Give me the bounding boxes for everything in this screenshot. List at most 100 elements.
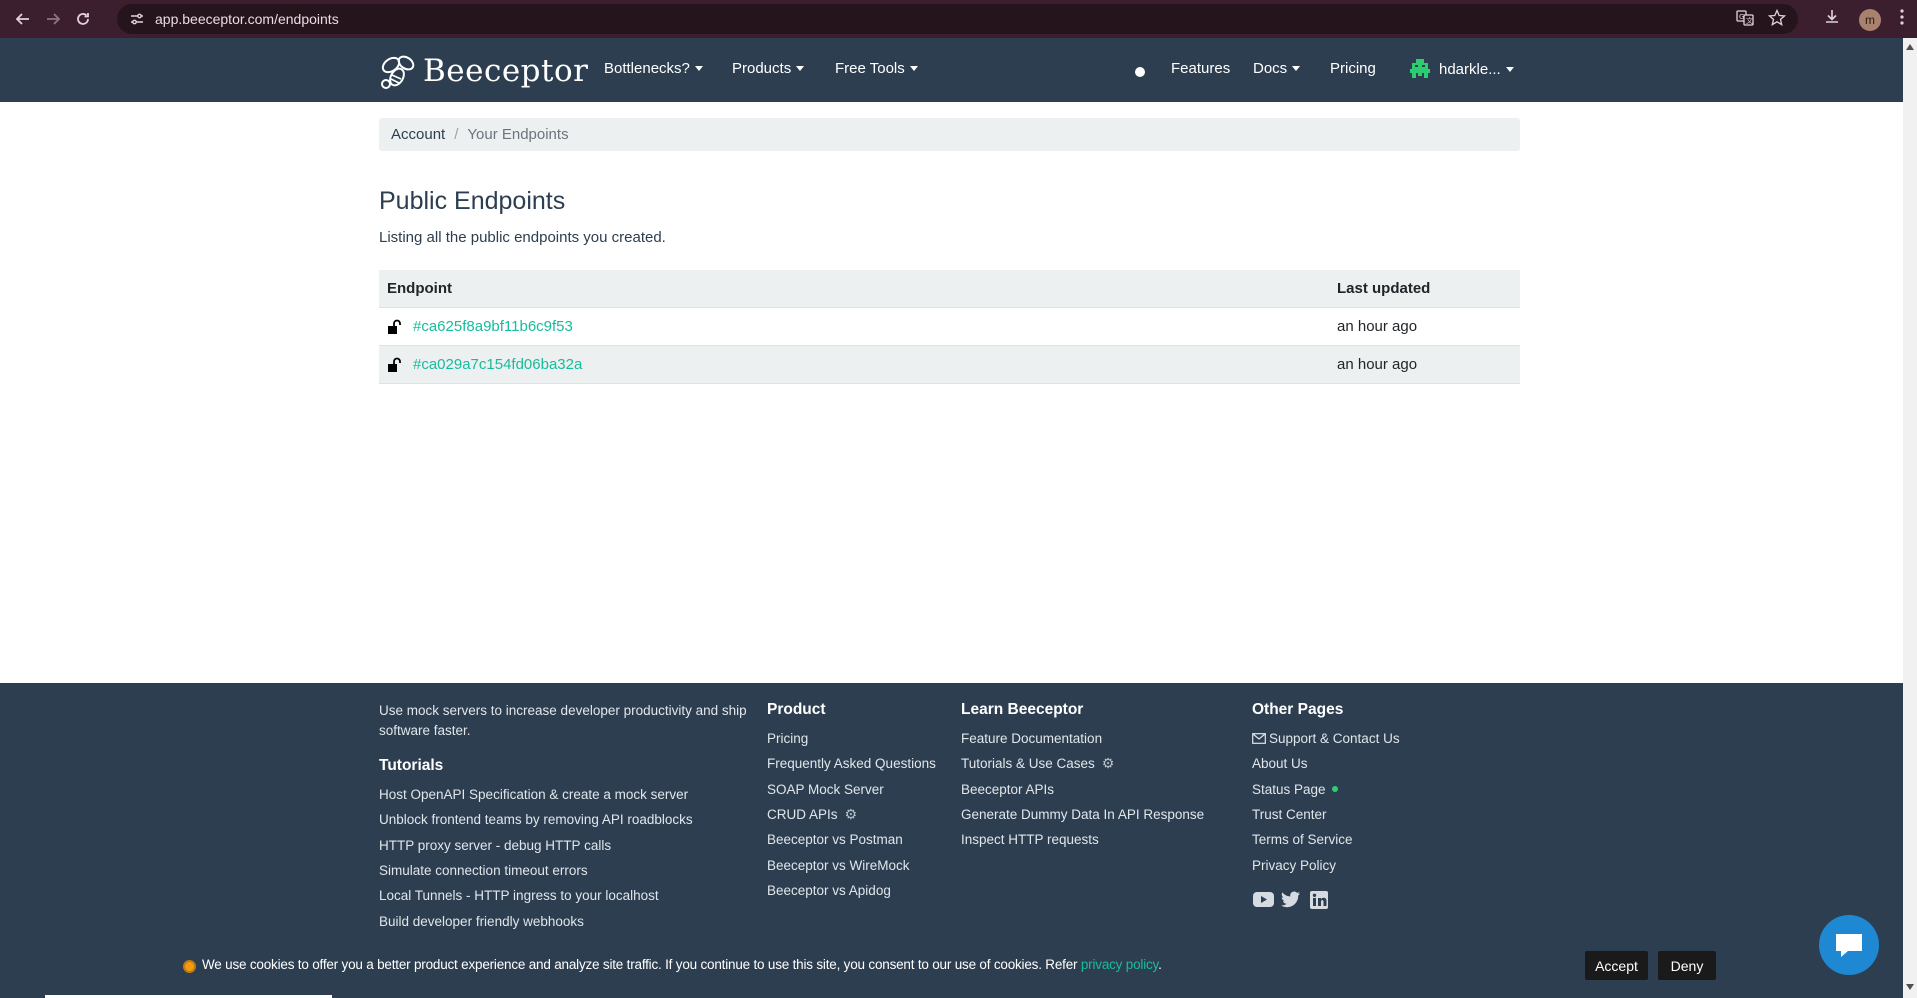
breadcrumb-current: Your Endpoints — [467, 126, 569, 143]
nav-pricing-label: Pricing — [1330, 60, 1376, 77]
url-text: app.beeceptor.com/endpoints — [155, 11, 339, 27]
translate-icon[interactable]: G文 — [1736, 9, 1754, 32]
profile-avatar[interactable]: m — [1859, 8, 1881, 31]
bookmark-star-icon[interactable] — [1767, 8, 1787, 32]
nav-free-tools-dropdown[interactable]: Free Tools — [835, 60, 918, 77]
endpoint-cell: #ca029a7c154fd06ba32a — [387, 356, 582, 373]
twitter-icon[interactable] — [1280, 890, 1302, 910]
footer-link[interactable]: Simulate connection timeout errors — [379, 858, 754, 883]
nav-docs-dropdown[interactable]: Docs — [1253, 60, 1301, 77]
footer-link[interactable]: About Us — [1252, 751, 1400, 776]
page-title: Public Endpoints — [379, 187, 566, 215]
endpoint-cell: #ca625f8a9bf11b6c9f53 — [387, 318, 573, 335]
chat-icon — [1836, 934, 1862, 957]
footer-col-learn: Learn Beeceptor Feature Documentation Tu… — [961, 701, 1204, 852]
nav-features[interactable]: Features — [1171, 60, 1230, 77]
user-menu-dropdown[interactable]: hdarkle... — [1409, 58, 1514, 80]
deny-cookies-button[interactable]: Deny — [1658, 951, 1716, 980]
breadcrumb-separator: / — [454, 126, 459, 143]
nav-products-dropdown[interactable]: Products — [732, 60, 805, 77]
svg-text:G: G — [1739, 13, 1744, 21]
chat-widget-button[interactable] — [1819, 915, 1879, 975]
user-avatar-icon — [1410, 59, 1430, 78]
footer-tagline: Use mock servers to increase developer p… — [379, 703, 747, 738]
status-online-icon — [1331, 786, 1338, 793]
browser-toolbar: app.beeceptor.com/endpoints G文 m — [0, 0, 1917, 38]
brand-name: Beeceptor — [423, 53, 589, 89]
footer-link[interactable]: HTTP proxy server - debug HTTP calls — [379, 833, 754, 858]
gear-icon: ⚙ — [844, 806, 858, 823]
page-subtitle: Listing all the public endpoints you cre… — [379, 229, 666, 246]
scroll-up-icon[interactable] — [1906, 44, 1914, 50]
footer-link[interactable]: Pricing — [767, 726, 936, 751]
brand-logo[interactable]: Beeceptor — [379, 53, 588, 89]
column-header-endpoint: Endpoint — [387, 280, 452, 297]
cookie-icon — [183, 960, 196, 973]
footer-link[interactable]: Trust Center — [1252, 802, 1400, 827]
footer-link-label: Tutorials & Use Cases — [961, 756, 1095, 772]
caret-down-icon — [909, 66, 918, 71]
page-scrollbar[interactable] — [1903, 38, 1917, 998]
site-navbar: Beeceptor Bottlenecks? Products Free Too… — [0, 38, 1903, 102]
caret-down-icon — [796, 66, 805, 71]
accept-cookies-button[interactable]: Accept — [1585, 951, 1648, 980]
footer-tutorials-heading: Tutorials — [379, 757, 444, 774]
cookie-message: We use cookies to offer you a better pro… — [202, 957, 1162, 972]
table-row: #ca625f8a9bf11b6c9f53 an hour ago — [379, 308, 1520, 346]
unlock-icon — [388, 319, 401, 334]
column-header-last-updated: Last updated — [1337, 280, 1431, 297]
last-updated-cell: an hour ago — [1337, 356, 1418, 373]
endpoint-link[interactable]: #ca625f8a9bf11b6c9f53 — [413, 318, 573, 335]
footer-link[interactable]: Host OpenAPI Specification & create a mo… — [379, 782, 754, 807]
back-icon[interactable] — [12, 8, 34, 30]
social-links — [1252, 890, 1400, 910]
gear-icon: ⚙ — [1101, 755, 1115, 772]
nav-pricing[interactable]: Pricing — [1330, 60, 1376, 77]
footer-link[interactable]: Terms of Service — [1252, 827, 1400, 852]
forward-icon[interactable] — [42, 8, 64, 30]
download-icon[interactable] — [1823, 8, 1841, 31]
footer-col-other: Other Pages Support & Contact Us About U… — [1252, 701, 1400, 910]
browser-menu-icon[interactable] — [1899, 8, 1905, 31]
unlock-icon — [388, 357, 401, 372]
address-bar[interactable]: app.beeceptor.com/endpoints G文 — [117, 4, 1798, 34]
footer-link[interactable]: Beeceptor vs Apidog — [767, 878, 936, 903]
cookie-consent-bar: We use cookies to offer you a better pro… — [0, 948, 1903, 984]
footer-link[interactable]: Inspect HTTP requests — [961, 827, 1204, 852]
footer-link[interactable]: Build developer friendly webhooks — [379, 908, 754, 933]
caret-down-icon — [1292, 66, 1301, 71]
envelope-icon — [1252, 733, 1266, 745]
footer-link[interactable]: Beeceptor vs Postman — [767, 827, 936, 852]
nav-docs-label: Docs — [1253, 60, 1288, 77]
caret-down-icon — [1505, 66, 1514, 72]
footer-link-support[interactable]: Support & Contact Us — [1252, 726, 1400, 751]
footer-link-label: Support & Contact Us — [1269, 731, 1400, 747]
reload-icon[interactable] — [72, 8, 94, 30]
footer-link[interactable]: Beeceptor vs WireMock — [767, 852, 936, 877]
nav-bottlenecks-dropdown[interactable]: Bottlenecks? — [604, 60, 703, 77]
footer-link[interactable]: Local Tunnels - HTTP ingress to your loc… — [379, 883, 754, 908]
cookie-message-end: . — [1158, 957, 1162, 972]
footer-link[interactable]: Frequently Asked Questions — [767, 751, 936, 776]
footer-link-crud[interactable]: CRUD APIs ⚙ — [767, 802, 936, 827]
footer-link[interactable]: Privacy Policy — [1252, 852, 1400, 877]
table-row: #ca029a7c154fd06ba32a an hour ago — [379, 346, 1520, 384]
endpoint-link[interactable]: #ca029a7c154fd06ba32a — [413, 356, 582, 373]
scroll-down-icon[interactable] — [1906, 984, 1914, 990]
youtube-icon[interactable] — [1252, 890, 1274, 910]
footer-link-label: CRUD APIs — [767, 807, 838, 823]
site-settings-icon[interactable] — [127, 9, 147, 29]
linkedin-icon[interactable] — [1308, 890, 1330, 910]
footer-link[interactable]: Unblock frontend teams by removing API r… — [379, 807, 754, 832]
footer-link[interactable]: Generate Dummy Data In API Response — [961, 802, 1204, 827]
footer-link-status[interactable]: Status Page — [1252, 777, 1400, 802]
privacy-policy-link[interactable]: privacy policy — [1081, 957, 1158, 972]
footer-link[interactable]: Beeceptor APIs — [961, 777, 1204, 802]
footer-other-heading: Other Pages — [1252, 701, 1344, 718]
footer-link[interactable]: SOAP Mock Server — [767, 777, 936, 802]
nav-features-label: Features — [1171, 60, 1231, 77]
footer-link[interactable]: Feature Documentation — [961, 726, 1204, 751]
footer-link-tutorials[interactable]: Tutorials & Use Cases ⚙ — [961, 751, 1204, 776]
footer-link-label: Status Page — [1252, 781, 1326, 797]
breadcrumb-account-link[interactable]: Account — [391, 126, 445, 143]
